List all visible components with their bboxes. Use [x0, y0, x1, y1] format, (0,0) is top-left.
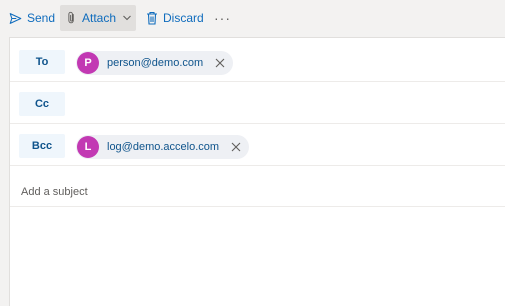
attach-button[interactable]: Attach [60, 5, 136, 31]
recipient-chip-bcc[interactable]: L log@demo.accelo.com [76, 135, 250, 159]
compose-pane: To P person@demo.com Cc Bcc L log@demo.a… [9, 37, 505, 306]
more-icon: ··· [214, 10, 231, 26]
close-icon[interactable] [215, 58, 225, 68]
bcc-button[interactable]: Bcc [19, 134, 65, 158]
send-icon [9, 12, 22, 25]
compose-toolbar: Send Attach Discard ··· [0, 0, 505, 34]
recipient-address: log@demo.accelo.com [107, 141, 220, 153]
attach-label: Attach [82, 11, 117, 25]
chevron-down-icon[interactable] [122, 13, 132, 23]
cc-button[interactable]: Cc [19, 92, 65, 116]
paperclip-icon [66, 11, 77, 25]
subject-input[interactable] [19, 181, 493, 203]
bcc-row: Bcc L log@demo.accelo.com [10, 126, 505, 166]
to-row: To P person@demo.com [10, 42, 505, 82]
cc-row: Cc [10, 84, 505, 124]
discard-label: Discard [163, 11, 204, 25]
recipient-chip-to[interactable]: P person@demo.com [76, 51, 234, 75]
to-button[interactable]: To [19, 50, 65, 74]
more-options-button[interactable]: ··· [208, 5, 237, 31]
recipient-address: person@demo.com [107, 57, 204, 69]
avatar: P [77, 52, 99, 74]
avatar: L [77, 136, 99, 158]
send-label: Send [27, 11, 56, 25]
discard-button[interactable]: Discard [140, 5, 210, 31]
send-button[interactable]: Send [3, 5, 61, 31]
close-icon[interactable] [231, 142, 241, 152]
trash-icon [146, 11, 158, 25]
